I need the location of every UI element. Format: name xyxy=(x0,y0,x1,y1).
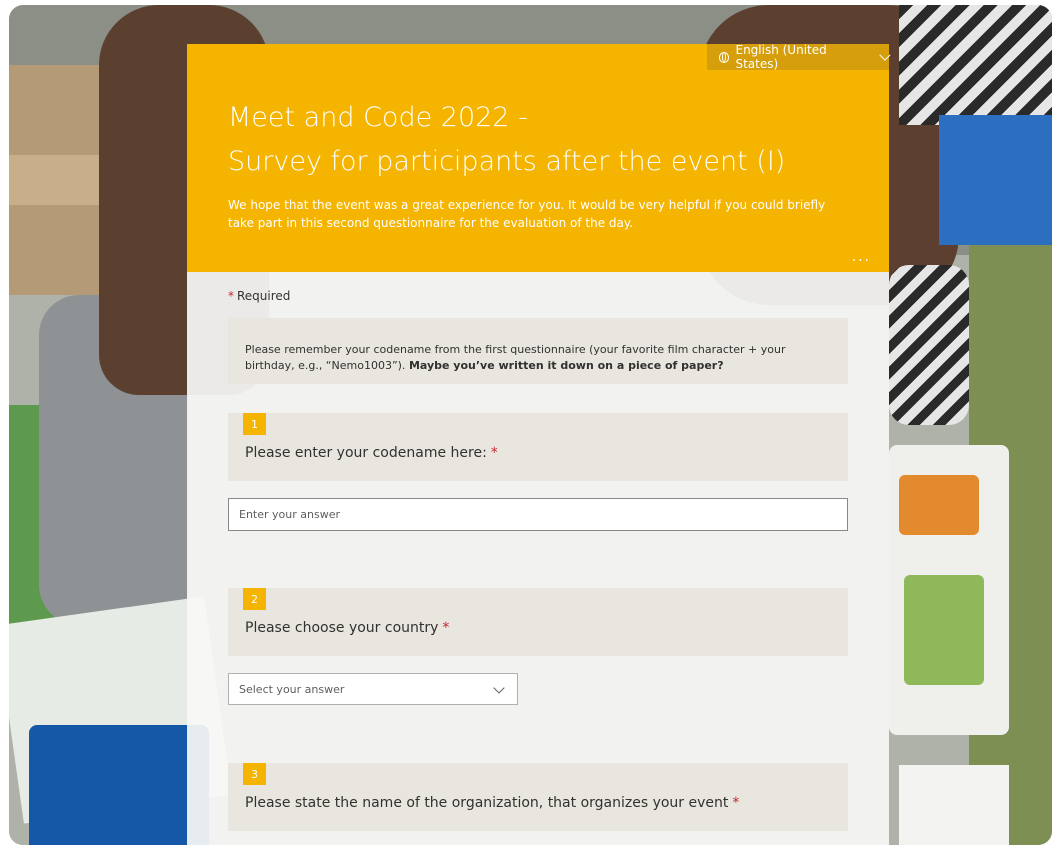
country-select[interactable]: Select your answer xyxy=(228,673,518,705)
codename-input[interactable] xyxy=(228,498,848,531)
required-label: Required xyxy=(237,289,291,303)
question-number-badge: 3 xyxy=(243,763,266,785)
globe-icon xyxy=(719,51,730,63)
question-text: Please state the name of the organizatio… xyxy=(245,795,729,811)
required-star: * xyxy=(228,289,234,303)
required-star: * xyxy=(732,795,740,811)
required-note: * Required xyxy=(228,289,290,303)
question-number-badge: 1 xyxy=(243,413,266,435)
form-title-line-1: Meet and Code 2022 - xyxy=(228,102,528,133)
chevron-down-icon xyxy=(493,682,505,694)
question-3: 3 Please state the name of the organizat… xyxy=(228,763,848,831)
question-title: Please state the name of the organizatio… xyxy=(245,795,739,811)
form-description: We hope that the event was a great exper… xyxy=(228,198,826,230)
form-title: Meet and Code 2022 - Survey for particip… xyxy=(228,96,868,184)
question-number-badge: 2 xyxy=(243,588,266,610)
more-options-button[interactable]: ... xyxy=(852,249,871,265)
language-label: English (United States) xyxy=(735,43,827,71)
form-title-line-2: Survey for participants after the event … xyxy=(228,146,786,177)
question-1: 1 Please enter your codename here: * xyxy=(228,413,848,481)
select-placeholder: Select your answer xyxy=(239,682,345,696)
question-title: Please enter your codename here: * xyxy=(245,445,498,461)
required-star: * xyxy=(442,620,450,636)
question-text: Please choose your country xyxy=(245,620,439,636)
question-2: 2 Please choose your country * xyxy=(228,588,848,656)
survey-form: English (United States) Meet and Code 20… xyxy=(187,43,891,845)
question-text: Please enter your codename here: xyxy=(245,445,487,461)
info-bold-text: Maybe you’ve written it down on a piece … xyxy=(408,359,724,372)
form-header: English (United States) Meet and Code 20… xyxy=(187,43,891,272)
codename-info-section: Please remember your codename from the f… xyxy=(228,318,848,384)
question-title: Please choose your country * xyxy=(245,620,449,636)
required-star: * xyxy=(490,445,498,461)
language-selector[interactable]: English (United States) xyxy=(707,43,891,71)
